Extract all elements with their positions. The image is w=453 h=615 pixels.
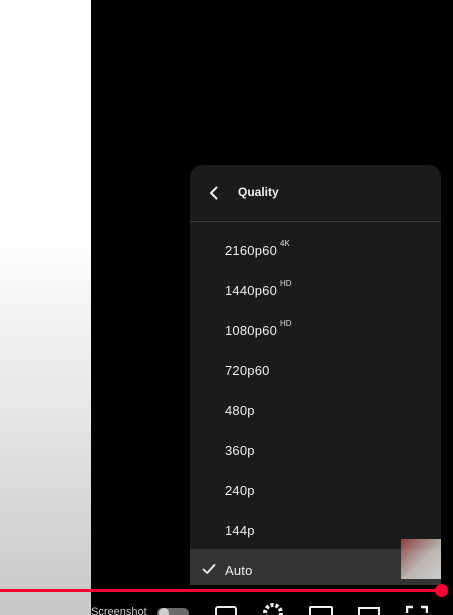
quality-option-1440p60[interactable]: 1440p60 HD	[190, 269, 441, 309]
fullscreen-icon	[405, 605, 429, 613]
theater-mode-icon	[358, 607, 380, 615]
gear-icon	[263, 603, 283, 615]
screenshot-label: Screenshot	[91, 606, 147, 615]
screenshot-toggle[interactable]	[157, 604, 189, 615]
quality-option-720p60[interactable]: 720p60	[190, 349, 441, 389]
player-window: Quality 2160p60 4K 1440p60 HD 1080p60 HD…	[0, 0, 453, 615]
check-icon	[202, 564, 216, 574]
quality-option-2160p60[interactable]: 2160p60 4K	[190, 229, 441, 269]
quality-options-list: 2160p60 4K 1440p60 HD 1080p60 HD 720p60 …	[190, 229, 441, 585]
theater-mode-button[interactable]	[358, 604, 380, 615]
scrubber-handle[interactable]	[435, 584, 448, 597]
quality-option-label: 144p	[225, 523, 255, 538]
player-controls-bar: Screenshot	[0, 600, 453, 615]
subtitles-button[interactable]	[215, 604, 237, 615]
quality-option-label: Auto	[225, 563, 253, 578]
quality-menu: Quality 2160p60 4K 1440p60 HD 1080p60 HD…	[190, 165, 441, 585]
fullscreen-button[interactable]	[405, 604, 429, 615]
quality-option-360p[interactable]: 360p	[190, 429, 441, 469]
quality-option-label: 480p	[225, 403, 255, 418]
quality-option-1080p60[interactable]: 1080p60 HD	[190, 309, 441, 349]
quality-menu-header: Quality	[190, 165, 441, 222]
quality-badge: 4K	[280, 239, 290, 248]
quality-option-480p[interactable]: 480p	[190, 389, 441, 429]
quality-option-240p[interactable]: 240p	[190, 469, 441, 509]
settings-button[interactable]	[262, 602, 284, 615]
quality-option-label: 2160p60	[225, 243, 278, 258]
quality-option-label: 360p	[225, 443, 255, 458]
quality-option-label: 1080p60	[225, 323, 278, 338]
quality-option-label: 1440p60	[225, 283, 278, 298]
quality-option-label: 720p60	[225, 363, 270, 378]
page-background-strip	[0, 0, 91, 615]
progress-bar[interactable]	[0, 589, 442, 592]
video-thumbnail-sticker	[401, 539, 441, 579]
miniplayer-icon	[309, 606, 333, 615]
back-button[interactable]	[204, 183, 224, 203]
quality-badge: HD	[280, 279, 292, 288]
toggle-icon	[157, 608, 189, 615]
quality-badge: HD	[280, 319, 292, 328]
miniplayer-button[interactable]	[309, 604, 333, 615]
quality-menu-title: Quality	[238, 185, 279, 199]
chevron-left-icon	[210, 186, 218, 200]
quality-option-label: 240p	[225, 483, 255, 498]
subtitles-icon	[215, 606, 237, 615]
